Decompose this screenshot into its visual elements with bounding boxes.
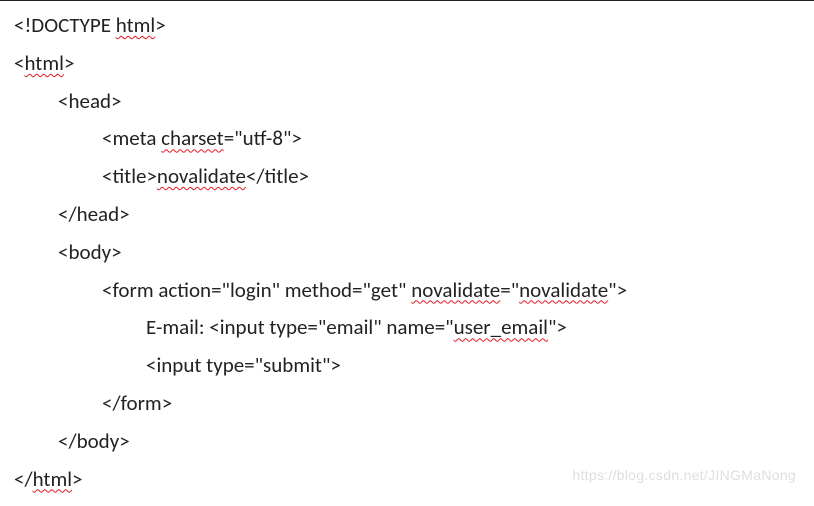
code-line-8: <form action="login" method="get" novali… [14,272,814,310]
spell-squiggle: novalidate [519,277,608,303]
code-line-11: </form> [14,385,814,423]
txt: > [155,12,165,38]
txt: <!DOCTYPE [14,12,116,38]
spell-squiggle: novalidate [411,277,500,303]
txt: "> [608,277,627,303]
txt: <body> [58,239,122,265]
txt: ="utf-8"> [224,125,302,151]
txt: <input type="submit"> [146,352,341,378]
txt: > [72,466,82,492]
txt: <form action="login" method="get" [102,277,411,303]
txt: < [14,50,24,76]
txt: > [64,50,74,76]
txt: </head> [58,201,130,227]
code-snippet: <!DOCTYPE html> <html> <head> <meta char… [0,1,814,498]
code-line-1: <!DOCTYPE html> [14,7,814,45]
txt: </form> [102,390,172,416]
code-line-6: </head> [14,196,814,234]
txt: <title> [102,163,157,189]
txt: </ [14,466,33,492]
txt: E-mail: <input type="email" name=" [146,314,454,340]
code-line-5: <title>novalidate</title> [14,158,814,196]
txt: <meta [102,125,161,151]
txt: =" [500,277,519,303]
txt: </title> [246,163,309,189]
watermark-text: https://blog.csdn.net/JINGMaNong [572,463,796,488]
code-line-4: <meta charset="utf-8"> [14,120,814,158]
txt: "> [548,314,567,340]
code-line-7: <body> [14,234,814,272]
spell-squiggle: user_email [454,314,548,340]
spell-squiggle: html [33,466,72,492]
txt: </body> [58,428,130,454]
txt: <head> [58,88,122,114]
spell-squiggle: novalidate [157,163,246,189]
code-line-12: </body> [14,423,814,461]
code-line-2: <html> [14,45,814,83]
code-line-9: E-mail: <input type="email" name="user_e… [14,309,814,347]
spell-squiggle: charset [161,125,224,151]
code-line-3: <head> [14,83,814,121]
code-line-10: <input type="submit"> [14,347,814,385]
spell-squiggle: html [116,12,155,38]
spell-squiggle: html [24,50,63,76]
